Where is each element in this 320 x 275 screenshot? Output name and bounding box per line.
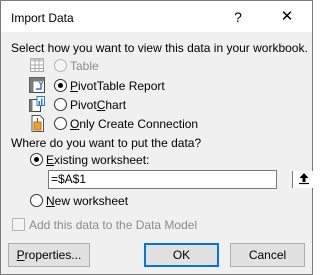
- close-button[interactable]: ✕: [269, 5, 305, 29]
- data-model-checkbox[interactable]: [12, 218, 25, 231]
- help-button[interactable]: ?: [223, 5, 253, 29]
- pivottable-icon: [29, 77, 45, 96]
- import-data-dialog: Import Data ? ✕ Select how you want to v…: [0, 0, 315, 275]
- range-selector-icon[interactable]: [292, 171, 315, 188]
- pivotchart-icon: [29, 96, 45, 115]
- table-icon: [30, 58, 44, 75]
- connection-option-label: Only Create Connection: [70, 117, 199, 131]
- pivottable-radio[interactable]: [54, 79, 67, 92]
- ok-button[interactable]: OK: [144, 243, 219, 267]
- dialog-title: Import Data: [11, 11, 74, 25]
- location-prompt: Where do you want to put the data?: [11, 136, 202, 150]
- new-worksheet-label: New worksheet: [46, 194, 129, 208]
- existing-worksheet-radio[interactable]: [30, 153, 43, 166]
- new-worksheet-radio[interactable]: [30, 194, 43, 207]
- connection-radio[interactable]: [54, 117, 67, 130]
- view-prompt: Select how you want to view this data in…: [11, 41, 308, 55]
- cell-reference-input[interactable]: =$A$1: [48, 170, 315, 189]
- title-bar: Import Data ? ✕: [1, 1, 312, 32]
- cell-reference-value: =$A$1: [51, 172, 87, 186]
- cancel-button[interactable]: Cancel: [230, 243, 305, 267]
- existing-worksheet-label: Existing worksheet:: [46, 153, 150, 167]
- pivottable-option-text: ivotTable Report: [78, 79, 165, 93]
- pivotchart-radio[interactable]: [54, 98, 67, 111]
- table-option-label: Table: [70, 59, 99, 73]
- properties-button[interactable]: Properties...: [8, 243, 90, 267]
- pivottable-option-label: PivotTable Report: [70, 79, 165, 93]
- pivotchart-option-label: PivotChart: [70, 98, 127, 112]
- connection-icon: [30, 115, 45, 135]
- data-model-label: Add this data to the Data Model: [29, 218, 198, 232]
- table-radio[interactable]: [54, 59, 67, 72]
